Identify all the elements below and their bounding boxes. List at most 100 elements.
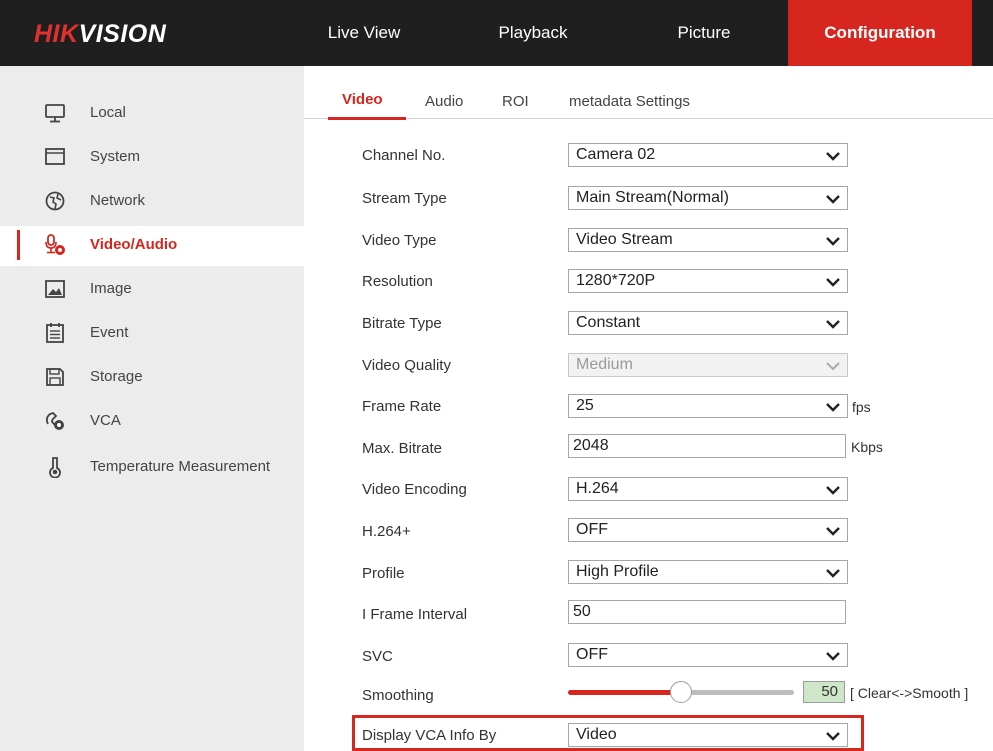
max-bitrate-label: Max. Bitrate: [362, 440, 443, 457]
globe-icon: [45, 191, 65, 211]
sidebar-item-image[interactable]: Image: [0, 270, 304, 310]
chevron-down-icon: [826, 527, 840, 536]
tab-roi[interactable]: ROI: [502, 93, 529, 110]
floppy-disk-icon: [46, 368, 64, 386]
vca-icon: [45, 411, 64, 430]
chevron-down-icon: [826, 362, 840, 371]
sidebar-item-system[interactable]: System: [0, 138, 304, 178]
chevron-down-icon: [826, 278, 840, 287]
profile-select[interactable]: High Profile: [568, 560, 848, 584]
frame-rate-select[interactable]: 25: [568, 394, 848, 418]
sidebar-item-network[interactable]: Network: [0, 182, 304, 222]
chevron-down-icon: [826, 320, 840, 329]
nav-playback[interactable]: Playback: [478, 0, 588, 66]
svc-select[interactable]: OFF: [568, 643, 848, 667]
microphone-icon: [45, 234, 65, 255]
hikvision-logo: HIKVISION: [34, 20, 166, 49]
video-type-select[interactable]: Video Stream: [568, 228, 848, 252]
sidebar-item-label: Storage: [90, 368, 143, 385]
video-encoding-select[interactable]: H.264: [568, 477, 848, 501]
h264-plus-label: H.264+: [362, 523, 411, 540]
sidebar-item-storage[interactable]: Storage: [0, 358, 304, 398]
tab-video[interactable]: Video: [342, 91, 383, 108]
profile-label: Profile: [362, 565, 405, 582]
sidebar-item-label: Event: [90, 324, 129, 341]
smoothing-range-hint: [ Clear<->Smooth ]: [850, 685, 969, 701]
frame-rate-value: 25: [576, 397, 594, 414]
channel-no-select[interactable]: Camera 02: [568, 143, 848, 167]
smoothing-slider-thumb[interactable]: [670, 681, 692, 703]
profile-value: High Profile: [576, 563, 659, 580]
bitrate-type-label: Bitrate Type: [362, 315, 442, 332]
sidebar: Local System Network Video/Audio Image E…: [0, 66, 304, 751]
resolution-value: 1280*720P: [576, 272, 656, 289]
chevron-down-icon: [826, 152, 840, 161]
video-type-value: Video Stream: [576, 231, 673, 248]
active-tab-indicator: [328, 117, 406, 120]
frame-rate-label: Frame Rate: [362, 398, 442, 415]
monitor-icon: [45, 104, 65, 123]
stream-type-value: Main Stream(Normal): [576, 189, 729, 206]
top-navigation-bar: HIKVISION Live View Playback Picture Con…: [0, 0, 993, 66]
sidebar-item-vca[interactable]: VCA: [0, 402, 304, 442]
max-bitrate-unit: Kbps: [851, 439, 883, 455]
h264-plus-value: OFF: [576, 521, 608, 538]
frame-rate-unit: fps: [852, 399, 871, 415]
sidebar-item-label: Network: [90, 192, 146, 209]
video-encoding-label: Video Encoding: [362, 481, 467, 498]
sidebar-item-label: Local: [90, 104, 126, 121]
sidebar-item-label: System: [90, 148, 141, 165]
thermometer-icon: [49, 457, 61, 478]
chevron-down-icon: [826, 403, 840, 412]
nav-picture[interactable]: Picture: [654, 0, 754, 66]
nav-configuration[interactable]: Configuration: [788, 0, 972, 66]
stream-type-label: Stream Type: [362, 190, 447, 207]
video-quality-label: Video Quality: [362, 357, 451, 374]
video-type-label: Video Type: [362, 232, 437, 249]
bitrate-type-select[interactable]: Constant: [568, 311, 848, 335]
max-bitrate-input[interactable]: 2048: [568, 434, 846, 458]
image-icon: [45, 280, 65, 298]
h264-plus-select[interactable]: OFF: [568, 518, 848, 542]
chevron-down-icon: [826, 237, 840, 246]
chevron-down-icon: [826, 732, 840, 741]
sidebar-item-temperature-measurement[interactable]: Temperature Measurement: [0, 448, 304, 488]
svc-value: OFF: [576, 646, 608, 663]
logo-vision-text: VISION: [78, 20, 167, 48]
tab-audio[interactable]: Audio: [425, 93, 463, 110]
channel-no-value: Camera 02: [576, 146, 656, 163]
sidebar-item-video-audio[interactable]: Video/Audio: [0, 226, 304, 266]
svc-label: SVC: [362, 648, 393, 665]
sidebar-item-local[interactable]: Local: [0, 94, 304, 134]
tab-metadata-settings[interactable]: metadata Settings: [569, 93, 690, 110]
video-quality-value: Medium: [576, 356, 633, 373]
smoothing-slider-fill: [568, 690, 682, 695]
sidebar-item-label: VCA: [90, 412, 121, 429]
resolution-label: Resolution: [362, 273, 433, 290]
smoothing-label: Smoothing: [362, 687, 434, 704]
stream-type-select[interactable]: Main Stream(Normal): [568, 186, 848, 210]
sidebar-item-label: Temperature Measurement: [90, 458, 271, 475]
chevron-down-icon: [826, 652, 840, 661]
sidebar-item-label: Video/Audio: [90, 236, 178, 253]
display-vca-info-value: Video: [576, 726, 617, 743]
smoothing-value[interactable]: 50: [803, 681, 845, 703]
nav-live-view[interactable]: Live View: [318, 0, 410, 66]
channel-no-label: Channel No.: [362, 147, 446, 164]
smoothing-slider-track[interactable]: [682, 690, 794, 695]
video-encoding-value: H.264: [576, 480, 619, 497]
chevron-down-icon: [826, 195, 840, 204]
config-tabs: Video Audio ROI metadata Settings: [304, 66, 993, 120]
calendar-icon: [46, 323, 64, 343]
display-vca-info-select[interactable]: Video: [568, 723, 848, 747]
chevron-down-icon: [826, 486, 840, 495]
display-vca-info-label: Display VCA Info By: [362, 727, 497, 744]
i-frame-interval-label: I Frame Interval: [362, 606, 468, 623]
chevron-down-icon: [826, 569, 840, 578]
logo-hik-text: HIK: [34, 20, 79, 48]
bitrate-type-value: Constant: [576, 314, 641, 331]
sidebar-item-label: Image: [90, 280, 132, 297]
sidebar-item-event[interactable]: Event: [0, 314, 304, 354]
i-frame-interval-input[interactable]: 50: [568, 600, 846, 624]
resolution-select[interactable]: 1280*720P: [568, 269, 848, 293]
